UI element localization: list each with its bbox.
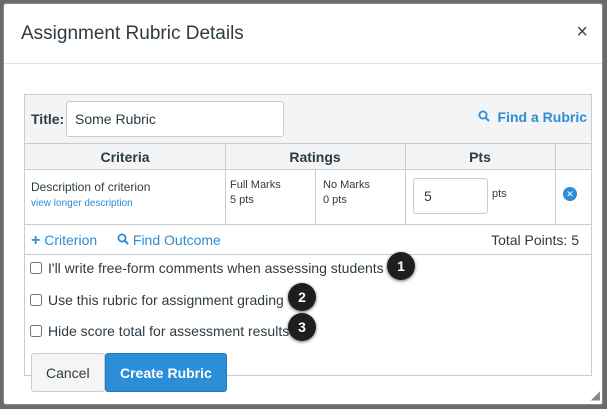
option-label: Use this rubric for assignment grading bbox=[48, 292, 284, 308]
free-form-comments-checkbox[interactable] bbox=[30, 262, 42, 274]
search-icon bbox=[478, 109, 494, 125]
close-icon[interactable]: × bbox=[576, 22, 588, 42]
remove-criterion-icon[interactable]: ✕ bbox=[563, 187, 577, 201]
find-rubric-label: Find a Rubric bbox=[497, 109, 587, 125]
step-badge: 1 bbox=[387, 252, 415, 280]
title-label: Title: bbox=[31, 111, 65, 127]
rubric-table-header: Criteria Ratings Pts bbox=[25, 144, 591, 170]
column-ratings: Ratings bbox=[289, 149, 341, 165]
resize-handle-icon[interactable]: ◢ bbox=[591, 388, 600, 402]
free-form-comments-option[interactable]: I'll write free-form comments when asses… bbox=[30, 260, 384, 276]
find-rubric-link[interactable]: Find a Rubric bbox=[478, 109, 587, 125]
dialog-title: Assignment Rubric Details bbox=[21, 23, 244, 44]
rating-points: 5 pts bbox=[230, 194, 254, 206]
find-outcome-label: Find Outcome bbox=[132, 232, 221, 248]
hide-score-total-option[interactable]: Hide score total for assessment results bbox=[30, 323, 289, 339]
view-longer-description-link[interactable]: view longer description bbox=[31, 198, 150, 209]
use-for-grading-checkbox[interactable] bbox=[30, 294, 42, 306]
cancel-button[interactable]: Cancel bbox=[31, 353, 105, 392]
step-badge: 3 bbox=[288, 313, 316, 341]
dialog-body: Title: Find a Rubric Criteria Ratings Pt… bbox=[4, 65, 602, 404]
search-icon bbox=[117, 232, 133, 248]
criterion-cell: Description of criterion view longer des… bbox=[31, 180, 150, 209]
rubric-editor: Title: Find a Rubric Criteria Ratings Pt… bbox=[24, 94, 592, 392]
criterion-description: Description of criterion bbox=[31, 180, 151, 194]
plus-icon: + bbox=[31, 232, 41, 249]
option-label: Hide score total for assessment results bbox=[48, 323, 290, 339]
rating-label: Full Marks bbox=[230, 179, 281, 191]
criterion-row: Description of criterion view longer des… bbox=[25, 170, 591, 225]
column-criteria: Criteria bbox=[100, 149, 150, 165]
dialog-header: Assignment Rubric Details × bbox=[4, 4, 602, 64]
rubric-actions-row: + Criterion Find Outcome Total Points: 5 bbox=[25, 225, 591, 255]
column-pts: Pts bbox=[469, 149, 491, 165]
step-badge: 2 bbox=[288, 283, 316, 311]
add-criterion-button[interactable]: + Criterion bbox=[31, 232, 97, 250]
rating-label: No Marks bbox=[323, 179, 371, 191]
rating-points: 0 pts bbox=[323, 194, 347, 206]
rating-full-marks[interactable]: Full Marks 5 pts bbox=[230, 178, 281, 208]
points-input[interactable] bbox=[413, 178, 488, 214]
hide-score-total-checkbox[interactable] bbox=[30, 325, 42, 337]
rubric-dialog: Assignment Rubric Details × Title: Find … bbox=[3, 3, 603, 405]
add-criterion-label: Criterion bbox=[44, 232, 98, 248]
rubric-title-input[interactable] bbox=[66, 101, 284, 137]
use-for-grading-option[interactable]: Use this rubric for assignment grading bbox=[30, 292, 284, 308]
points-unit: pts bbox=[492, 188, 507, 200]
rating-no-marks[interactable]: No Marks 0 pts bbox=[323, 178, 370, 208]
find-outcome-button[interactable]: Find Outcome bbox=[117, 232, 221, 248]
total-points: Total Points: 5 bbox=[491, 232, 579, 248]
rubric-title-row: Title: Find a Rubric bbox=[25, 95, 591, 144]
option-label: I'll write free-form comments when asses… bbox=[48, 260, 384, 276]
create-rubric-button[interactable]: Create Rubric bbox=[105, 353, 227, 392]
